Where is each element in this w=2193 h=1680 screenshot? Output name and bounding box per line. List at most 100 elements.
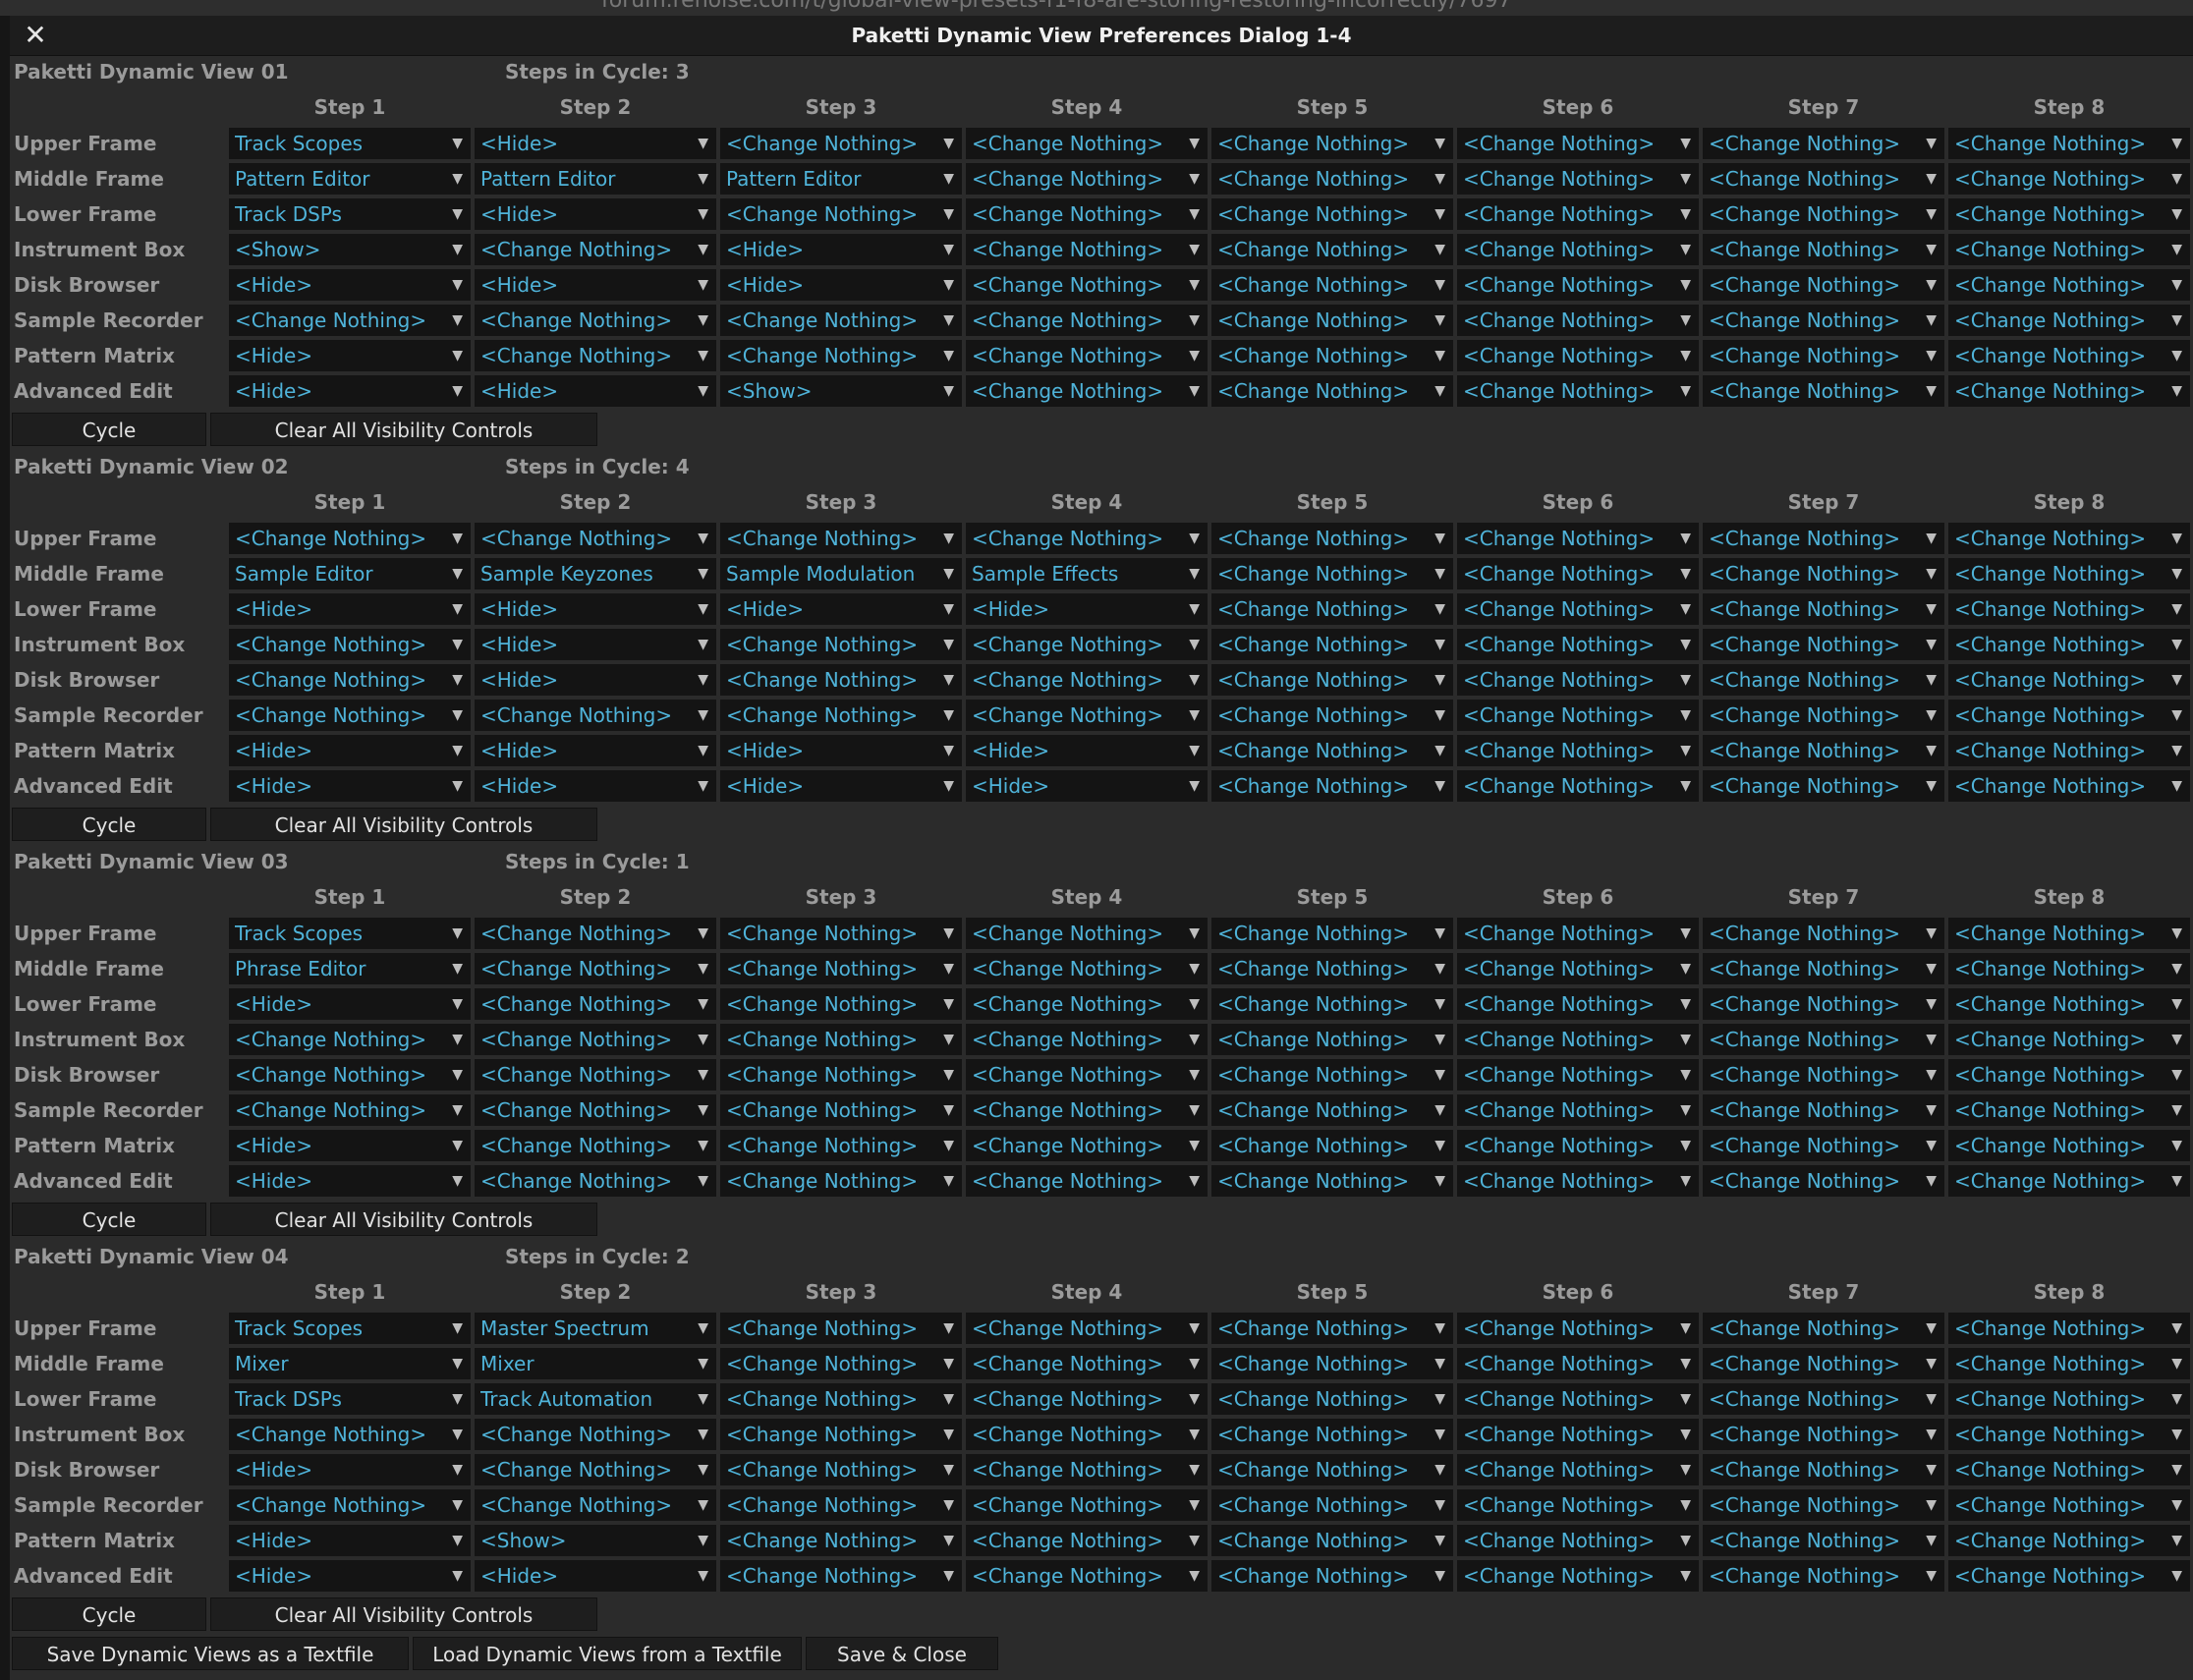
step-dropdown[interactable]: <Change Nothing> ▼ (1703, 1383, 1944, 1415)
step-dropdown[interactable]: <Change Nothing> ▼ (1703, 1094, 1944, 1126)
step-dropdown[interactable]: <Hide> ▼ (720, 770, 962, 802)
step-dropdown[interactable]: <Change Nothing> ▼ (475, 1094, 716, 1126)
step-dropdown[interactable]: <Change Nothing> ▼ (1948, 375, 2190, 407)
step-dropdown[interactable]: <Hide> ▼ (229, 770, 471, 802)
step-dropdown[interactable]: <Change Nothing> ▼ (720, 1419, 962, 1450)
step-dropdown[interactable]: <Change Nothing> ▼ (1703, 1489, 1944, 1521)
step-dropdown[interactable]: <Change Nothing> ▼ (1211, 629, 1453, 660)
cycle-button[interactable]: Cycle (12, 1597, 206, 1631)
step-dropdown[interactable]: <Hide> ▼ (720, 735, 962, 766)
step-dropdown[interactable]: <Hide> ▼ (475, 770, 716, 802)
step-dropdown[interactable]: <Change Nothing> ▼ (966, 1059, 1208, 1091)
step-dropdown[interactable]: <Change Nothing> ▼ (475, 234, 716, 265)
step-dropdown[interactable]: <Change Nothing> ▼ (1703, 1419, 1944, 1450)
step-dropdown[interactable]: <Change Nothing> ▼ (1703, 523, 1944, 554)
step-dropdown[interactable]: <Hide> ▼ (475, 198, 716, 230)
step-dropdown[interactable]: <Change Nothing> ▼ (1457, 198, 1699, 230)
step-dropdown[interactable]: <Change Nothing> ▼ (966, 305, 1208, 336)
step-dropdown[interactable]: <Change Nothing> ▼ (1948, 1024, 2190, 1055)
step-dropdown[interactable]: Track DSPs ▼ (229, 198, 471, 230)
step-dropdown[interactable]: Pattern Editor ▼ (720, 163, 962, 195)
step-dropdown[interactable]: <Change Nothing> ▼ (720, 1165, 962, 1197)
step-dropdown[interactable]: <Change Nothing> ▼ (1457, 664, 1699, 696)
step-dropdown[interactable]: <Change Nothing> ▼ (1948, 735, 2190, 766)
step-dropdown[interactable]: <Change Nothing> ▼ (1457, 953, 1699, 984)
step-dropdown[interactable]: <Hide> ▼ (229, 269, 471, 301)
save-close-button[interactable]: Save & Close (806, 1637, 998, 1670)
step-dropdown[interactable]: <Hide> ▼ (229, 1454, 471, 1485)
step-dropdown[interactable]: <Change Nothing> ▼ (1211, 664, 1453, 696)
step-dropdown[interactable]: <Change Nothing> ▼ (1948, 953, 2190, 984)
step-dropdown[interactable]: <Change Nothing> ▼ (1457, 234, 1699, 265)
step-dropdown[interactable]: <Change Nothing> ▼ (1948, 1313, 2190, 1344)
step-dropdown[interactable]: <Change Nothing> ▼ (475, 1024, 716, 1055)
step-dropdown[interactable]: <Change Nothing> ▼ (1457, 1489, 1699, 1521)
step-dropdown[interactable]: <Change Nothing> ▼ (966, 523, 1208, 554)
step-dropdown[interactable]: <Change Nothing> ▼ (229, 1489, 471, 1521)
step-dropdown[interactable]: <Change Nothing> ▼ (1948, 770, 2190, 802)
step-dropdown[interactable]: <Change Nothing> ▼ (1211, 953, 1453, 984)
step-dropdown[interactable]: <Change Nothing> ▼ (1948, 234, 2190, 265)
step-dropdown[interactable]: <Change Nothing> ▼ (966, 1094, 1208, 1126)
step-dropdown[interactable]: <Change Nothing> ▼ (475, 988, 716, 1020)
step-dropdown[interactable]: <Change Nothing> ▼ (720, 198, 962, 230)
step-dropdown[interactable]: <Change Nothing> ▼ (720, 1024, 962, 1055)
step-dropdown[interactable]: <Change Nothing> ▼ (1703, 1024, 1944, 1055)
step-dropdown[interactable]: <Change Nothing> ▼ (1211, 1024, 1453, 1055)
step-dropdown[interactable]: <Change Nothing> ▼ (1948, 593, 2190, 625)
step-dropdown[interactable]: <Change Nothing> ▼ (1948, 1094, 2190, 1126)
step-dropdown[interactable]: <Change Nothing> ▼ (1703, 1313, 1944, 1344)
step-dropdown[interactable]: <Change Nothing> ▼ (1703, 1165, 1944, 1197)
step-dropdown[interactable]: <Change Nothing> ▼ (1457, 770, 1699, 802)
step-dropdown[interactable]: <Change Nothing> ▼ (1457, 375, 1699, 407)
step-dropdown[interactable]: <Change Nothing> ▼ (1211, 340, 1453, 371)
step-dropdown[interactable]: <Change Nothing> ▼ (720, 1560, 962, 1592)
step-dropdown[interactable]: <Change Nothing> ▼ (1457, 629, 1699, 660)
step-dropdown[interactable]: <Hide> ▼ (720, 269, 962, 301)
step-dropdown[interactable]: <Change Nothing> ▼ (1948, 1383, 2190, 1415)
step-dropdown[interactable]: <Change Nothing> ▼ (1211, 558, 1453, 589)
step-dropdown[interactable]: <Change Nothing> ▼ (1948, 1454, 2190, 1485)
step-dropdown[interactable]: <Change Nothing> ▼ (1703, 1348, 1944, 1379)
step-dropdown[interactable]: <Change Nothing> ▼ (229, 1059, 471, 1091)
step-dropdown[interactable]: <Change Nothing> ▼ (1211, 305, 1453, 336)
step-dropdown[interactable]: <Change Nothing> ▼ (475, 918, 716, 949)
step-dropdown[interactable]: <Change Nothing> ▼ (475, 1454, 716, 1485)
step-dropdown[interactable]: <Change Nothing> ▼ (475, 305, 716, 336)
step-dropdown[interactable]: <Change Nothing> ▼ (1457, 1313, 1699, 1344)
step-dropdown[interactable]: <Change Nothing> ▼ (720, 629, 962, 660)
step-dropdown[interactable]: <Change Nothing> ▼ (1703, 558, 1944, 589)
step-dropdown[interactable]: <Hide> ▼ (229, 1525, 471, 1556)
step-dropdown[interactable]: <Change Nothing> ▼ (1948, 1560, 2190, 1592)
step-dropdown[interactable]: <Change Nothing> ▼ (1457, 700, 1699, 731)
step-dropdown[interactable]: <Hide> ▼ (229, 1560, 471, 1592)
step-dropdown[interactable]: <Show> ▼ (720, 375, 962, 407)
step-dropdown[interactable]: <Change Nothing> ▼ (1948, 1489, 2190, 1521)
step-dropdown[interactable]: <Change Nothing> ▼ (720, 305, 962, 336)
step-dropdown[interactable]: <Change Nothing> ▼ (1211, 735, 1453, 766)
step-dropdown[interactable]: <Change Nothing> ▼ (1211, 1130, 1453, 1161)
step-dropdown[interactable]: <Change Nothing> ▼ (229, 523, 471, 554)
step-dropdown[interactable]: <Hide> ▼ (475, 735, 716, 766)
step-dropdown[interactable]: Sample Effects ▼ (966, 558, 1208, 589)
step-dropdown[interactable]: <Change Nothing> ▼ (1703, 234, 1944, 265)
step-dropdown[interactable]: Sample Keyzones ▼ (475, 558, 716, 589)
clear-visibility-button[interactable]: Clear All Visibility Controls (210, 1597, 597, 1631)
step-dropdown[interactable]: Phrase Editor ▼ (229, 953, 471, 984)
step-dropdown[interactable]: <Change Nothing> ▼ (720, 1454, 962, 1485)
step-dropdown[interactable]: <Change Nothing> ▼ (966, 269, 1208, 301)
step-dropdown[interactable]: Mixer ▼ (475, 1348, 716, 1379)
step-dropdown[interactable]: <Change Nothing> ▼ (720, 128, 962, 159)
clear-visibility-button[interactable]: Clear All Visibility Controls (210, 1203, 597, 1236)
step-dropdown[interactable]: <Change Nothing> ▼ (1211, 1165, 1453, 1197)
step-dropdown[interactable]: <Change Nothing> ▼ (1211, 1059, 1453, 1091)
step-dropdown[interactable]: <Change Nothing> ▼ (475, 1419, 716, 1450)
step-dropdown[interactable]: <Change Nothing> ▼ (966, 1348, 1208, 1379)
step-dropdown[interactable]: <Hide> ▼ (966, 770, 1208, 802)
step-dropdown[interactable]: <Change Nothing> ▼ (720, 700, 962, 731)
step-dropdown[interactable]: <Change Nothing> ▼ (229, 700, 471, 731)
step-dropdown[interactable]: <Change Nothing> ▼ (966, 375, 1208, 407)
step-dropdown[interactable]: <Change Nothing> ▼ (1457, 593, 1699, 625)
step-dropdown[interactable]: <Change Nothing> ▼ (1948, 988, 2190, 1020)
step-dropdown[interactable]: <Change Nothing> ▼ (229, 629, 471, 660)
